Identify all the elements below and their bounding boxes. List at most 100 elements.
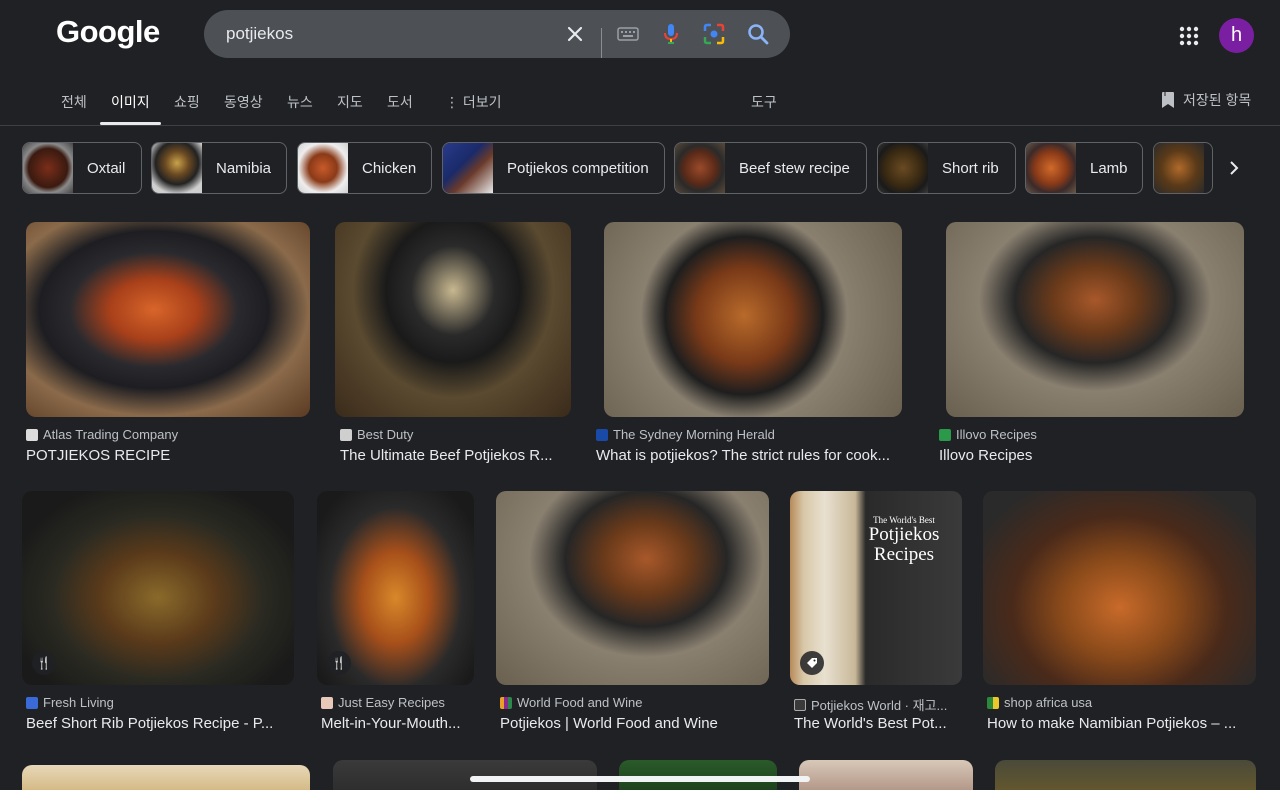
site-favicon [987,696,999,709]
image-result[interactable]: Illovo Recipes Illovo Recipes [935,222,1255,468]
chip-label: Short rib [942,159,999,177]
image-result[interactable]: 🍴 Fresh Living Beef Short Rib Potjiekos … [22,491,294,737]
source-name: The Sydney Morning Herald [613,427,775,442]
site-favicon [321,696,333,709]
search-box[interactable] [204,10,790,58]
chip-lamb[interactable]: Lamb [1025,142,1143,194]
active-tab-indicator [100,122,161,125]
site-favicon [500,696,512,709]
image-result[interactable]: The World's Best Potjiekos Recipes Potji… [790,491,962,737]
result-thumbnail-partial[interactable] [995,760,1256,790]
source-name: World Food and Wine [517,695,643,710]
tab-books[interactable]: 도서 [387,92,413,112]
site-favicon [596,428,608,441]
chip-partial[interactable] [1153,142,1213,194]
result-source[interactable]: Atlas Trading Company [26,427,310,442]
chip-beef-stew-recipe[interactable]: Beef stew recipe [674,142,867,194]
result-thumbnail-partial[interactable] [333,760,597,790]
chip-thumbnail [443,143,493,193]
site-favicon [794,698,806,711]
source-name: Potjiekos World · 재고... [811,698,948,713]
image-result[interactable]: The Sydney Morning Herald What is potjie… [596,222,910,468]
chip-thumbnail [23,143,73,193]
result-title[interactable]: Beef Short Rib Potjiekos Recipe - P... [26,715,294,732]
result-thumbnail[interactable] [604,222,902,417]
result-thumbnail-partial[interactable] [799,760,973,790]
result-title[interactable]: Potjiekos | World Food and Wine [500,715,769,732]
tab-shopping[interactable]: 쇼핑 [174,92,200,112]
image-result[interactable]: Best Duty The Ultimate Beef Potjiekos R.… [335,222,571,468]
result-title[interactable]: Melt-in-Your-Mouth... [321,715,474,732]
saved-items-label: 저장된 항목 [1183,92,1252,108]
chip-label: Lamb [1090,159,1128,177]
result-thumbnail-partial[interactable] [22,765,310,790]
result-title[interactable]: The World's Best Pot... [794,715,962,732]
result-title[interactable]: How to make Namibian Potjiekos – ... [987,715,1256,732]
image-result[interactable]: 🍴 Just Easy Recipes Melt-in-Your-Mouth..… [317,491,474,737]
result-source[interactable]: Fresh Living [26,695,294,710]
result-source[interactable]: Potjiekos World · 재고... [794,695,962,714]
google-logo[interactable]: Google [56,14,160,50]
result-thumbnail[interactable] [496,491,769,685]
tab-tools[interactable]: 도구 [751,92,777,112]
result-source[interactable]: World Food and Wine [500,695,769,710]
tab-maps[interactable]: 지도 [337,92,363,112]
search-input[interactable] [226,10,546,58]
result-thumbnail[interactable]: 🍴 [317,491,474,685]
bookmark-icon [1162,92,1174,108]
result-thumbnail[interactable] [26,222,310,417]
voice-search-icon[interactable] [659,22,683,46]
result-source[interactable]: Best Duty [340,427,571,442]
home-indicator[interactable] [470,776,810,782]
result-source[interactable]: Illovo Recipes [939,427,1255,442]
saved-items-link[interactable]: 저장된 항목 [1160,90,1251,110]
chip-label: Beef stew recipe [739,159,850,177]
chips-next-button[interactable] [1214,148,1254,188]
recipe-badge-icon: 🍴 [32,651,56,675]
tab-news[interactable]: 뉴스 [287,92,313,112]
result-thumbnail[interactable] [335,222,571,417]
tab-videos[interactable]: 동영상 [224,92,263,112]
tab-images[interactable]: 이미지 [111,92,150,112]
result-source[interactable]: shop africa usa [987,695,1256,710]
tab-more[interactable]: ⋮ 더보기 [445,92,502,112]
result-thumbnail[interactable]: The World's Best Potjiekos Recipes [790,491,962,685]
chip-label: Potjiekos competition [507,159,649,177]
result-thumbnail-partial[interactable] [619,760,777,790]
image-result[interactable]: World Food and Wine Potjiekos | World Fo… [496,491,769,737]
apps-grid-icon[interactable] [1177,24,1201,48]
result-thumbnail[interactable] [983,491,1256,685]
chip-label: Namibia [216,159,272,177]
lens-icon[interactable] [702,22,726,46]
chip-thumbnail [1026,143,1076,193]
result-source[interactable]: Just Easy Recipes [321,695,474,710]
keyboard-icon[interactable] [616,22,640,46]
search-divider [601,28,602,58]
image-result[interactable]: shop africa usa How to make Namibian Pot… [983,491,1256,737]
clear-icon[interactable] [563,22,587,46]
chip-short-rib[interactable]: Short rib [877,142,1016,194]
account-avatar[interactable]: h [1219,18,1254,53]
chip-thumbnail [878,143,928,193]
tab-more-label: 더보기 [462,94,502,110]
result-title[interactable]: Illovo Recipes [939,447,1255,464]
result-thumbnail[interactable]: 🍴 [22,491,294,685]
search-icon[interactable] [746,22,770,46]
chip-potjiekos-competition[interactable]: Potjiekos competition [442,142,665,194]
chip-label: Oxtail [87,159,126,177]
tab-all[interactable]: 전체 [61,92,87,112]
site-favicon [939,428,951,441]
result-title[interactable]: POTJIEKOS RECIPE [26,447,310,464]
image-result[interactable]: Atlas Trading Company POTJIEKOS RECIPE [26,222,310,468]
result-thumbnail[interactable] [946,222,1244,417]
chip-oxtail[interactable]: Oxtail [22,142,142,194]
product-tag-icon [800,651,824,675]
result-source[interactable]: The Sydney Morning Herald [596,427,910,442]
chip-chicken[interactable]: Chicken [297,142,432,194]
source-name: Atlas Trading Company [43,427,179,442]
suggestion-chips: Oxtail Namibia Chicken Potjiekos competi… [0,142,1280,194]
source-name: Just Easy Recipes [338,695,445,710]
chip-namibia[interactable]: Namibia [151,142,287,194]
result-title[interactable]: What is potjiekos? The strict rules for … [596,447,910,464]
result-title[interactable]: The Ultimate Beef Potjiekos R... [340,447,571,464]
